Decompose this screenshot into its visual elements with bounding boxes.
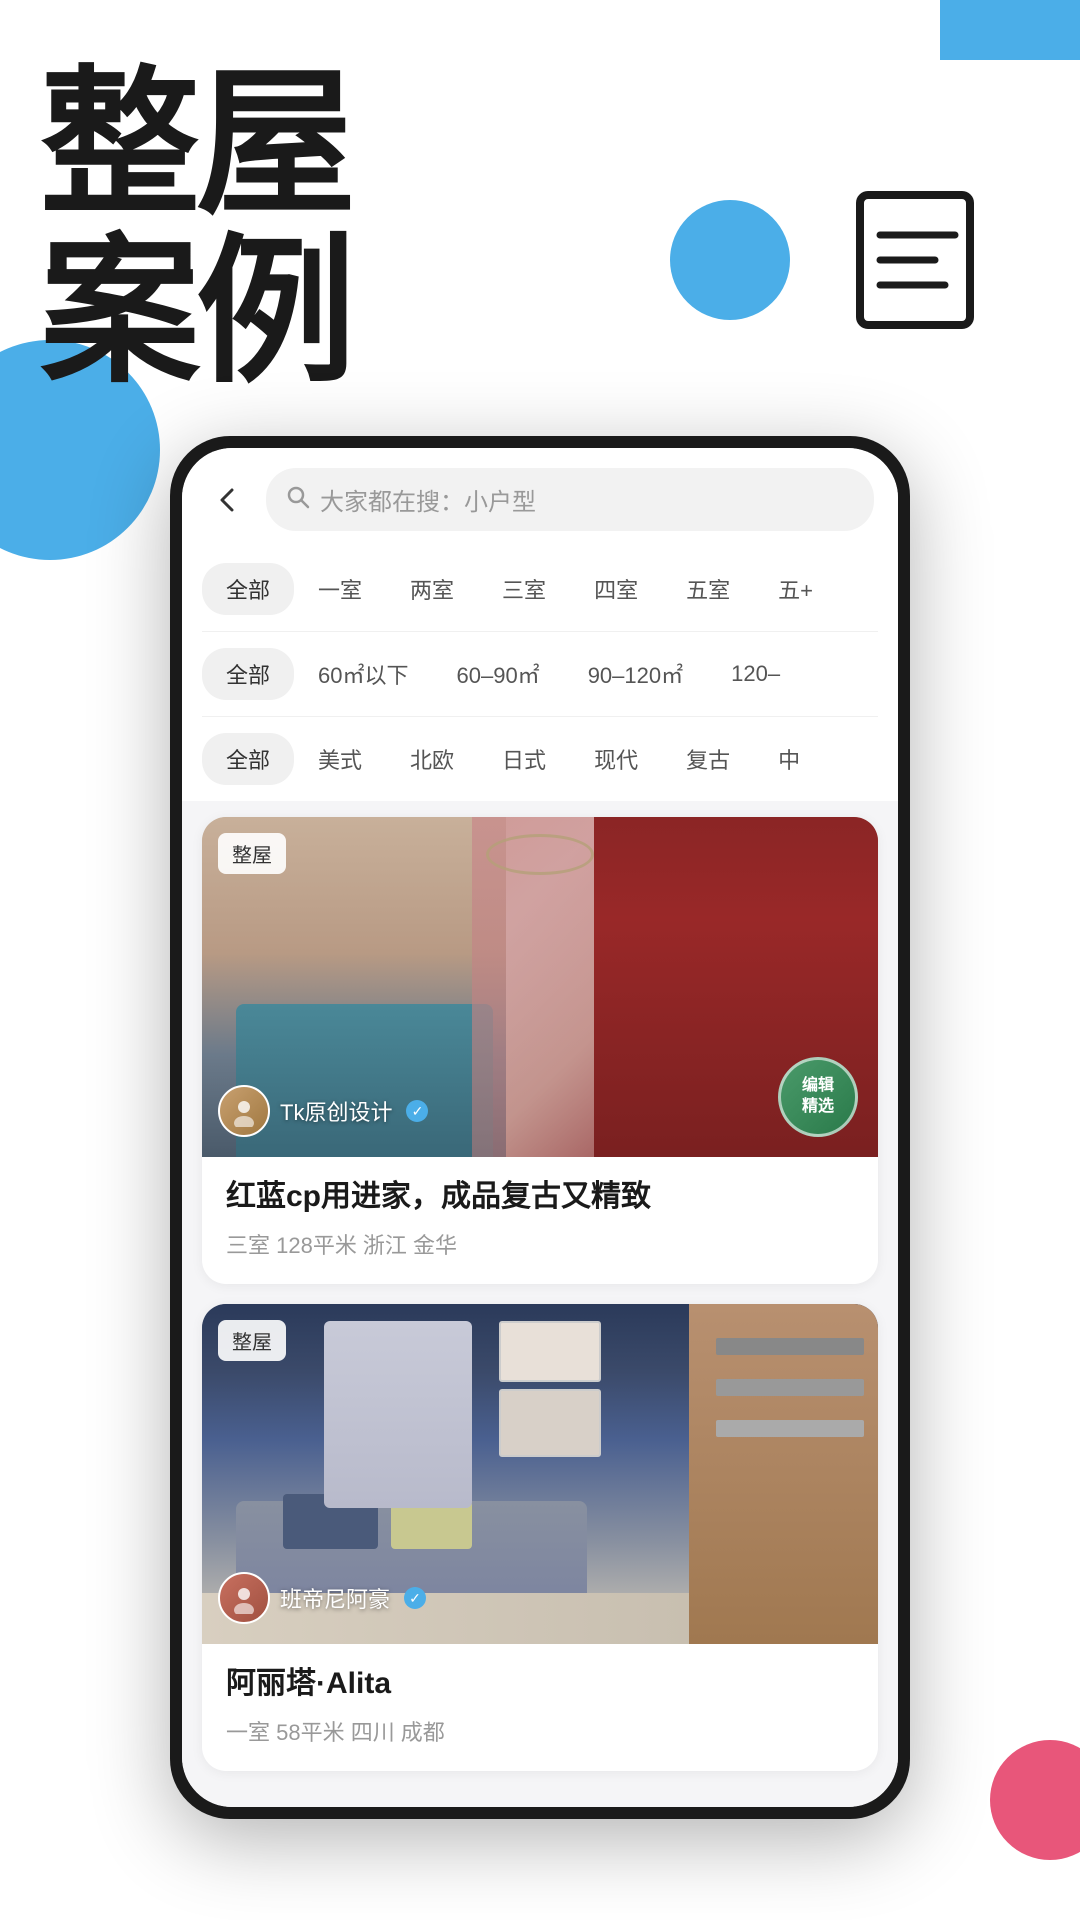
search-icon [286, 485, 310, 515]
back-button[interactable] [206, 478, 250, 522]
filter-tag-chinese[interactable]: 中 [754, 733, 824, 785]
phone-header: 大家都在搜：小户型 [182, 448, 898, 547]
verify-icon-1: ✓ [406, 1100, 428, 1122]
filter-tag-american[interactable]: 美式 [294, 733, 386, 785]
filter-row-room: 全部 一室 两室 三室 四室 五室 五+ [202, 547, 878, 632]
card-1-title: 红蓝cp用进家，成品复古又精致 [226, 1177, 854, 1216]
filter-tag-4room[interactable]: 四室 [570, 563, 662, 615]
phone-mockup: 大家都在搜：小户型 全部 一室 两室 三室 四室 五室 五+ 全部 [0, 436, 1080, 1819]
card-2-info: 阿丽塔·Alita 一室 58平米 四川 成都 [202, 1644, 878, 1771]
filter-tag-120plus[interactable]: 120– [707, 651, 804, 697]
document-icon [840, 180, 1000, 340]
filter-row-area: 全部 60㎡以下 60–90㎡ 90–120㎡ 120– [202, 632, 878, 717]
phone-frame: 大家都在搜：小户型 全部 一室 两室 三室 四室 五室 五+ 全部 [170, 436, 910, 1819]
filter-tag-more-room[interactable]: 五+ [754, 563, 837, 615]
filter-tag-japanese[interactable]: 日式 [478, 733, 570, 785]
card-2-designer-name: 班帝尼阿豪 [280, 1582, 390, 1614]
card-2-avatar [218, 1572, 270, 1624]
filter-tag-5room[interactable]: 五室 [662, 563, 754, 615]
filter-section: 全部 一室 两室 三室 四室 五室 五+ 全部 60㎡以下 60–90㎡ 90–… [182, 547, 898, 801]
editor-pick-badge: 编辑 精选 [778, 1057, 858, 1137]
filter-tag-1room[interactable]: 一室 [294, 563, 386, 615]
phone-screen: 大家都在搜：小户型 全部 一室 两室 三室 四室 五室 五+ 全部 [182, 448, 898, 1807]
filter-tag-60below[interactable]: 60㎡以下 [294, 648, 432, 700]
card-1[interactable]: 整屋 编辑 精选 Tk原创设计 [202, 817, 878, 1284]
search-placeholder: 大家都在搜：小户型 [320, 482, 536, 517]
filter-tag-all-area[interactable]: 全部 [202, 648, 294, 700]
card-1-designer-name: Tk原创设计 [280, 1095, 392, 1127]
filter-tag-retro[interactable]: 复古 [662, 733, 754, 785]
filter-tag-nordic[interactable]: 北欧 [386, 733, 478, 785]
card-1-info: 红蓝cp用进家，成品复古又精致 三室 128平米 浙江 金华 [202, 1157, 878, 1284]
card-1-avatar [218, 1085, 270, 1137]
card-2-designer: 班帝尼阿豪 ✓ [218, 1572, 426, 1624]
card-2-image: 整屋 班帝尼阿豪 ✓ [202, 1304, 878, 1644]
card-1-meta: 三室 128平米 浙江 金华 [226, 1228, 854, 1260]
editor-pick-line2: 精选 [802, 1097, 834, 1118]
search-bar[interactable]: 大家都在搜：小户型 [266, 468, 874, 531]
filter-tag-3room[interactable]: 三室 [478, 563, 570, 615]
filter-row-style: 全部 美式 北欧 日式 现代 复古 中 [202, 717, 878, 801]
filter-tag-2room[interactable]: 两室 [386, 563, 478, 615]
card-2-title: 阿丽塔·Alita [226, 1664, 854, 1703]
card-2-badge: 整屋 [218, 1320, 286, 1361]
card-2[interactable]: 整屋 班帝尼阿豪 ✓ [202, 1304, 878, 1771]
card-2-meta: 一室 58平米 四川 成都 [226, 1715, 854, 1747]
verify-icon-2: ✓ [404, 1587, 426, 1609]
card-1-image: 整屋 编辑 精选 Tk原创设计 [202, 817, 878, 1157]
filter-tag-all-room[interactable]: 全部 [202, 563, 294, 615]
card-1-badge: 整屋 [218, 833, 286, 874]
filter-tag-90-120[interactable]: 90–120㎡ [564, 648, 707, 700]
editor-pick-line1: 编辑 [802, 1076, 834, 1097]
content-area: 整屋 编辑 精选 Tk原创设计 [182, 801, 898, 1807]
filter-tag-modern[interactable]: 现代 [570, 733, 662, 785]
filter-tag-60-90[interactable]: 60–90㎡ [433, 648, 564, 700]
card-1-designer: Tk原创设计 ✓ [218, 1085, 428, 1137]
filter-tag-all-style[interactable]: 全部 [202, 733, 294, 785]
